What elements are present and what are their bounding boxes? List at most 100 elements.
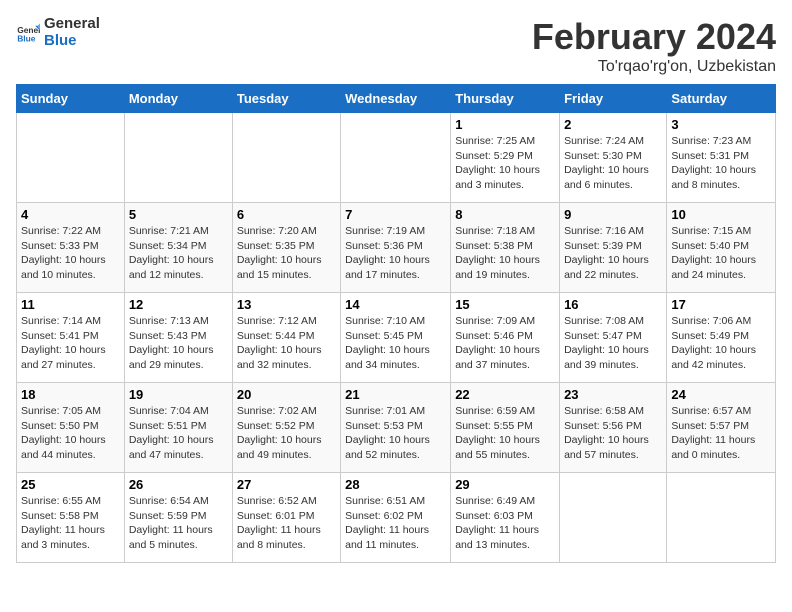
weekday-header-monday: Monday bbox=[124, 85, 232, 113]
day-cell: 5 Sunrise: 7:21 AMSunset: 5:34 PMDaylight… bbox=[124, 203, 232, 293]
day-cell bbox=[560, 473, 667, 563]
day-info: Sunrise: 7:13 AMSunset: 5:43 PMDaylight:… bbox=[129, 314, 228, 373]
day-number: 8 bbox=[455, 207, 555, 222]
weekday-header-wednesday: Wednesday bbox=[341, 85, 451, 113]
day-number: 20 bbox=[237, 387, 336, 402]
week-row-5: 25 Sunrise: 6:55 AMSunset: 5:58 PMDayligh… bbox=[17, 473, 776, 563]
calendar-subtitle: To'rqao'rg'on, Uzbekistan bbox=[532, 58, 776, 76]
day-cell: 10 Sunrise: 7:15 AMSunset: 5:40 PMDayligh… bbox=[667, 203, 776, 293]
day-number: 3 bbox=[671, 117, 771, 132]
week-row-2: 4 Sunrise: 7:22 AMSunset: 5:33 PMDaylight… bbox=[17, 203, 776, 293]
day-cell: 2 Sunrise: 7:24 AMSunset: 5:30 PMDaylight… bbox=[560, 113, 667, 203]
day-cell: 13 Sunrise: 7:12 AMSunset: 5:44 PMDayligh… bbox=[232, 293, 340, 383]
day-cell: 18 Sunrise: 7:05 AMSunset: 5:50 PMDayligh… bbox=[17, 383, 125, 473]
day-cell: 3 Sunrise: 7:23 AMSunset: 5:31 PMDaylight… bbox=[667, 113, 776, 203]
week-row-3: 11 Sunrise: 7:14 AMSunset: 5:41 PMDayligh… bbox=[17, 293, 776, 383]
logo-icon: General Blue bbox=[16, 21, 40, 45]
day-cell: 25 Sunrise: 6:55 AMSunset: 5:58 PMDayligh… bbox=[17, 473, 125, 563]
day-cell: 14 Sunrise: 7:10 AMSunset: 5:45 PMDayligh… bbox=[341, 293, 451, 383]
day-info: Sunrise: 6:52 AMSunset: 6:01 PMDaylight:… bbox=[237, 494, 336, 553]
day-number: 24 bbox=[671, 387, 771, 402]
day-number: 18 bbox=[21, 387, 120, 402]
day-info: Sunrise: 7:16 AMSunset: 5:39 PMDaylight:… bbox=[564, 224, 662, 283]
day-cell: 21 Sunrise: 7:01 AMSunset: 5:53 PMDayligh… bbox=[341, 383, 451, 473]
weekday-header-thursday: Thursday bbox=[451, 85, 560, 113]
weekday-header-friday: Friday bbox=[560, 85, 667, 113]
logo: General Blue General Blue bbox=[16, 16, 100, 49]
day-info: Sunrise: 7:23 AMSunset: 5:31 PMDaylight:… bbox=[671, 134, 771, 193]
day-cell: 28 Sunrise: 6:51 AMSunset: 6:02 PMDayligh… bbox=[341, 473, 451, 563]
day-number: 7 bbox=[345, 207, 446, 222]
day-info: Sunrise: 6:51 AMSunset: 6:02 PMDaylight:… bbox=[345, 494, 446, 553]
day-info: Sunrise: 6:59 AMSunset: 5:55 PMDaylight:… bbox=[455, 404, 555, 463]
day-cell bbox=[667, 473, 776, 563]
day-info: Sunrise: 7:08 AMSunset: 5:47 PMDaylight:… bbox=[564, 314, 662, 373]
day-cell: 16 Sunrise: 7:08 AMSunset: 5:47 PMDayligh… bbox=[560, 293, 667, 383]
day-cell: 6 Sunrise: 7:20 AMSunset: 5:35 PMDaylight… bbox=[232, 203, 340, 293]
day-number: 26 bbox=[129, 477, 228, 492]
day-info: Sunrise: 6:55 AMSunset: 5:58 PMDaylight:… bbox=[21, 494, 120, 553]
day-number: 1 bbox=[455, 117, 555, 132]
day-cell: 27 Sunrise: 6:52 AMSunset: 6:01 PMDayligh… bbox=[232, 473, 340, 563]
day-cell: 29Sunrise: 6:49 AMSunset: 6:03 PMDayligh… bbox=[451, 473, 560, 563]
week-row-1: 1 Sunrise: 7:25 AMSunset: 5:29 PMDaylight… bbox=[17, 113, 776, 203]
day-number: 5 bbox=[129, 207, 228, 222]
day-info: Sunrise: 7:05 AMSunset: 5:50 PMDaylight:… bbox=[21, 404, 120, 463]
day-cell: 1 Sunrise: 7:25 AMSunset: 5:29 PMDaylight… bbox=[451, 113, 560, 203]
day-info: Sunrise: 7:10 AMSunset: 5:45 PMDaylight:… bbox=[345, 314, 446, 373]
weekday-header-row: SundayMondayTuesdayWednesdayThursdayFrid… bbox=[17, 85, 776, 113]
day-info: Sunrise: 7:24 AMSunset: 5:30 PMDaylight:… bbox=[564, 134, 662, 193]
logo-line2: Blue bbox=[44, 33, 100, 50]
day-cell: 24 Sunrise: 6:57 AMSunset: 5:57 PMDayligh… bbox=[667, 383, 776, 473]
calendar-title: February 2024 bbox=[532, 16, 776, 58]
day-number: 4 bbox=[21, 207, 120, 222]
day-number: 22 bbox=[455, 387, 555, 402]
day-cell: 15Sunrise: 7:09 AMSunset: 5:46 PMDayligh… bbox=[451, 293, 560, 383]
day-number: 21 bbox=[345, 387, 446, 402]
day-cell bbox=[341, 113, 451, 203]
header: General Blue General Blue February 2024 … bbox=[16, 16, 776, 76]
day-info: Sunrise: 7:01 AMSunset: 5:53 PMDaylight:… bbox=[345, 404, 446, 463]
day-info: Sunrise: 7:15 AMSunset: 5:40 PMDaylight:… bbox=[671, 224, 771, 283]
day-number: 15 bbox=[455, 297, 555, 312]
weekday-header-tuesday: Tuesday bbox=[232, 85, 340, 113]
day-number: 10 bbox=[671, 207, 771, 222]
day-cell: 23Sunrise: 6:58 AMSunset: 5:56 PMDayligh… bbox=[560, 383, 667, 473]
day-info: Sunrise: 7:06 AMSunset: 5:49 PMDaylight:… bbox=[671, 314, 771, 373]
day-info: Sunrise: 6:57 AMSunset: 5:57 PMDaylight:… bbox=[671, 404, 771, 463]
day-number: 28 bbox=[345, 477, 446, 492]
day-info: Sunrise: 7:18 AMSunset: 5:38 PMDaylight:… bbox=[455, 224, 555, 283]
day-info: Sunrise: 7:12 AMSunset: 5:44 PMDaylight:… bbox=[237, 314, 336, 373]
week-row-4: 18 Sunrise: 7:05 AMSunset: 5:50 PMDayligh… bbox=[17, 383, 776, 473]
day-cell: 26 Sunrise: 6:54 AMSunset: 5:59 PMDayligh… bbox=[124, 473, 232, 563]
day-number: 6 bbox=[237, 207, 336, 222]
day-info: Sunrise: 7:20 AMSunset: 5:35 PMDaylight:… bbox=[237, 224, 336, 283]
day-info: Sunrise: 6:54 AMSunset: 5:59 PMDaylight:… bbox=[129, 494, 228, 553]
day-info: Sunrise: 7:25 AMSunset: 5:29 PMDaylight:… bbox=[455, 134, 555, 193]
day-cell: 4 Sunrise: 7:22 AMSunset: 5:33 PMDaylight… bbox=[17, 203, 125, 293]
day-number: 19 bbox=[129, 387, 228, 402]
day-cell bbox=[232, 113, 340, 203]
day-number: 29 bbox=[455, 477, 555, 492]
day-cell: 19Sunrise: 7:04 AMSunset: 5:51 PMDayligh… bbox=[124, 383, 232, 473]
day-info: Sunrise: 7:19 AMSunset: 5:36 PMDaylight:… bbox=[345, 224, 446, 283]
title-section: February 2024 To'rqao'rg'on, Uzbekistan bbox=[532, 16, 776, 76]
day-info: Sunrise: 7:14 AMSunset: 5:41 PMDaylight:… bbox=[21, 314, 120, 373]
day-number: 16 bbox=[564, 297, 662, 312]
day-info: Sunrise: 7:22 AMSunset: 5:33 PMDaylight:… bbox=[21, 224, 120, 283]
day-number: 25 bbox=[21, 477, 120, 492]
day-cell: 7 Sunrise: 7:19 AMSunset: 5:36 PMDaylight… bbox=[341, 203, 451, 293]
day-number: 17 bbox=[671, 297, 771, 312]
day-cell: 17 Sunrise: 7:06 AMSunset: 5:49 PMDayligh… bbox=[667, 293, 776, 383]
calendar-table: SundayMondayTuesdayWednesdayThursdayFrid… bbox=[16, 84, 776, 563]
day-cell: 8 Sunrise: 7:18 AMSunset: 5:38 PMDaylight… bbox=[451, 203, 560, 293]
day-cell bbox=[124, 113, 232, 203]
day-cell bbox=[17, 113, 125, 203]
day-number: 13 bbox=[237, 297, 336, 312]
day-number: 23 bbox=[564, 387, 662, 402]
day-number: 2 bbox=[564, 117, 662, 132]
day-number: 11 bbox=[21, 297, 120, 312]
day-number: 14 bbox=[345, 297, 446, 312]
day-info: Sunrise: 7:21 AMSunset: 5:34 PMDaylight:… bbox=[129, 224, 228, 283]
day-number: 27 bbox=[237, 477, 336, 492]
